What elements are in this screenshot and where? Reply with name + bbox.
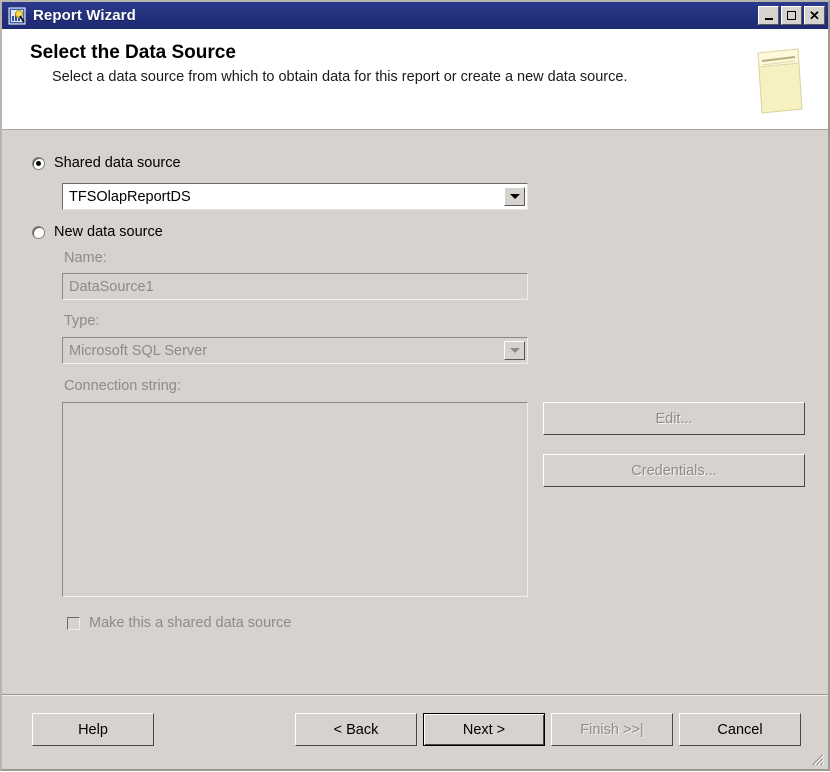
chevron-down-icon [509,194,520,199]
help-button[interactable]: Help [32,713,154,746]
connection-string-label: Connection string: [64,378,181,394]
minimize-icon [764,17,773,20]
back-button[interactable]: < Back [295,713,417,746]
shared-data-source-dropdown-button[interactable] [504,187,525,206]
header-text-block: Select the Data Source Select a data sou… [2,41,754,88]
finish-button: Finish >>| [551,713,673,746]
shared-data-source-value: TFSOlapReportDS [69,188,191,205]
credentials-button[interactable]: Credentials... [543,454,805,487]
new-data-source-label: New data source [54,224,163,240]
title-bar: Report Wizard ✕ [2,2,828,29]
shared-data-source-label: Shared data source [54,155,181,171]
wizard-header-banner: Select the Data Source Select a data sou… [2,29,828,130]
make-shared-checkbox-row[interactable]: Make this a shared data source [67,615,291,631]
maximize-button[interactable] [781,6,802,25]
shared-data-source-combo[interactable]: TFSOlapReportDS [62,183,528,210]
maximize-icon [787,11,796,20]
type-dropdown-button[interactable] [504,341,525,360]
shared-data-source-radio-row[interactable]: Shared data source [32,155,181,171]
new-data-source-radio-row[interactable]: New data source [32,224,163,240]
minimize-button[interactable] [758,6,779,25]
window-title: Report Wizard [33,7,136,24]
report-wizard-window: Report Wizard ✕ Select the Data Source S… [0,0,830,771]
shared-data-source-radio[interactable] [32,156,45,170]
name-field[interactable]: DataSource1 [62,273,528,300]
wizard-body: Shared data source TFSOlapReportDS New d… [2,130,828,694]
chevron-down-icon [509,348,520,353]
type-combo[interactable]: Microsoft SQL Server [62,337,528,364]
data-source-folder-icon [754,47,806,115]
window-controls: ✕ [758,6,825,25]
report-wizard-icon [8,7,26,25]
close-icon: ✕ [809,8,820,23]
edit-button[interactable]: Edit... [543,402,805,435]
page-subtitle: Select a data source from which to obtai… [52,69,628,85]
cancel-button[interactable]: Cancel [679,713,801,746]
make-shared-label: Make this a shared data source [89,615,292,631]
page-title: Select the Data Source [30,42,236,63]
close-button[interactable]: ✕ [804,6,825,25]
make-shared-checkbox[interactable] [67,616,80,630]
name-label: Name: [64,250,107,266]
next-button[interactable]: Next > [423,713,545,746]
new-data-source-radio[interactable] [32,225,45,239]
name-value: DataSource1 [69,278,154,295]
type-label: Type: [64,313,100,329]
wizard-footer: Help < Back Next > Finish >>| Cancel [2,694,828,769]
connection-string-textarea[interactable] [62,402,528,597]
type-value: Microsoft SQL Server [69,342,208,359]
resize-grip-icon[interactable] [809,751,825,767]
